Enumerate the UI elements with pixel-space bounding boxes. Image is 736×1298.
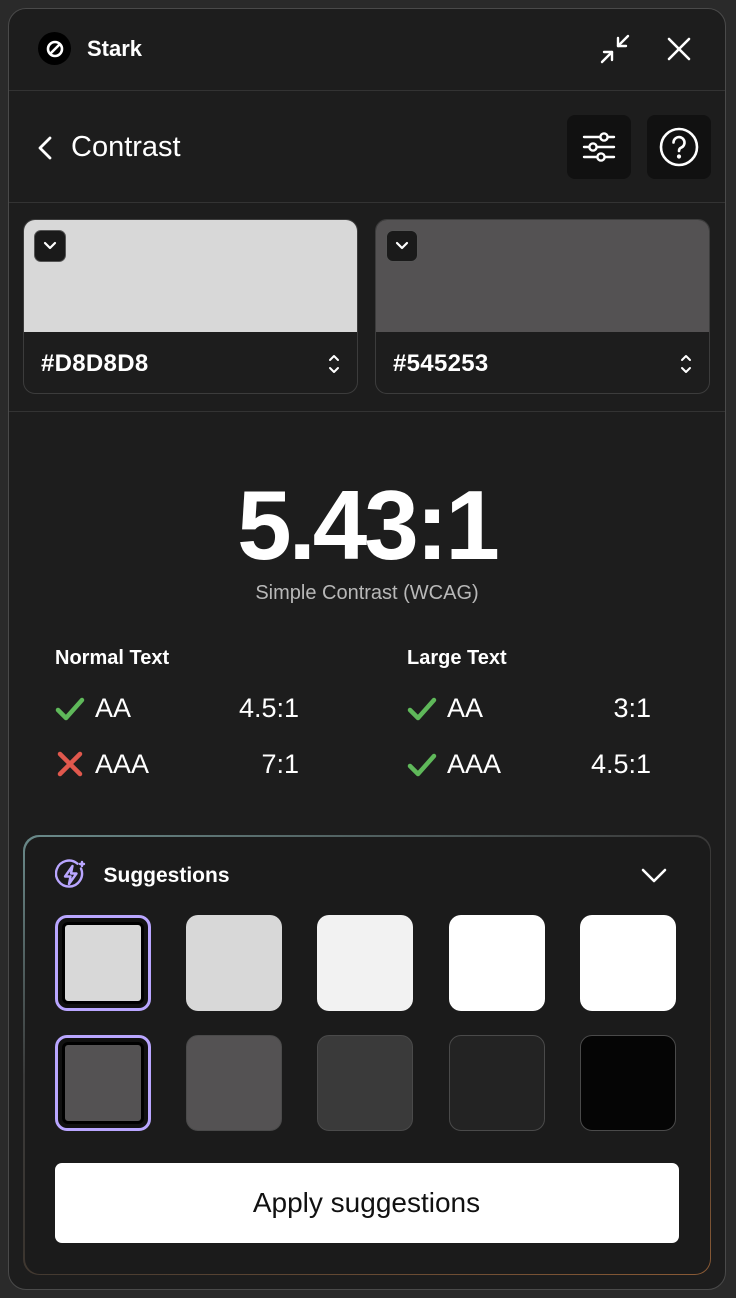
background-swatch[interactable] <box>376 220 709 332</box>
page-title: Contrast <box>71 131 181 163</box>
sliders-icon <box>582 132 616 162</box>
foreground-suggestion-swatch[interactable] <box>185 914 282 1011</box>
foreground-hex-input[interactable]: #D8D8D8 <box>24 332 357 393</box>
background-suggestion-swatch[interactable] <box>579 1034 676 1131</box>
background-hex-value: #545253 <box>393 350 489 377</box>
chevron-down-icon[interactable] <box>386 230 418 262</box>
background-suggestion-swatch[interactable] <box>448 1034 545 1131</box>
background-suggestion-swatch[interactable] <box>185 1034 282 1131</box>
background-hex-input[interactable]: #545253 <box>376 332 709 393</box>
help-circle-icon <box>659 127 699 167</box>
stark-panel: Stark Contrast #D8D8D8 #545253 5.43:1 Si… <box>8 8 726 1290</box>
contrast-ratio: 5.43:1 <box>237 470 500 580</box>
contrast-method-label: Simple Contrast (WCAG) <box>255 582 479 604</box>
chevron-down-icon[interactable] <box>639 863 669 889</box>
foreground-hex-value: #D8D8D8 <box>41 350 149 377</box>
chevron-down-icon[interactable] <box>34 230 66 262</box>
stark-logo-icon <box>38 32 71 65</box>
background-suggestion-swatch[interactable] <box>316 1034 413 1131</box>
lightning-circle-icon <box>54 858 85 888</box>
background-suggestion-swatch[interactable] <box>54 1034 151 1131</box>
app-title: Stark <box>87 36 143 61</box>
large-aaa-row: AAA 4.5:1 <box>407 747 651 783</box>
check-icon <box>407 753 437 777</box>
foreground-suggestion-swatch[interactable] <box>448 914 545 1011</box>
stepper-icon[interactable] <box>327 352 341 376</box>
settings-button[interactable] <box>567 115 631 179</box>
foreground-color-card: #D8D8D8 <box>23 219 358 394</box>
help-button[interactable] <box>647 115 711 179</box>
normal-aa-row: AA 4.5:1 <box>55 691 299 727</box>
chevron-left-icon[interactable] <box>33 133 57 163</box>
page-header: Contrast <box>9 91 725 203</box>
stepper-icon[interactable] <box>679 352 693 376</box>
collapse-arrows-icon[interactable] <box>597 31 633 67</box>
title-bar: Stark <box>9 9 725 91</box>
section-divider <box>9 411 725 412</box>
large-aa-row: AA 3:1 <box>407 691 651 727</box>
background-color-card: #545253 <box>375 219 710 394</box>
normal-text-heading: Normal Text <box>55 647 170 669</box>
check-icon <box>55 697 85 721</box>
foreground-suggestion-swatch[interactable] <box>316 914 413 1011</box>
normal-aaa-row: AAA 7:1 <box>55 747 299 783</box>
foreground-suggestion-swatch[interactable] <box>579 914 676 1011</box>
suggestions-title: Suggestions <box>103 863 230 887</box>
suggestions-panel: Suggestions Apply suggestions <box>23 835 711 1275</box>
x-icon <box>57 751 83 777</box>
foreground-swatch[interactable] <box>24 220 357 332</box>
large-text-heading: Large Text <box>407 647 507 669</box>
close-icon[interactable] <box>661 31 697 67</box>
foreground-suggestion-swatch[interactable] <box>54 914 151 1011</box>
check-icon <box>407 697 437 721</box>
apply-suggestions-button[interactable]: Apply suggestions <box>54 1162 679 1243</box>
